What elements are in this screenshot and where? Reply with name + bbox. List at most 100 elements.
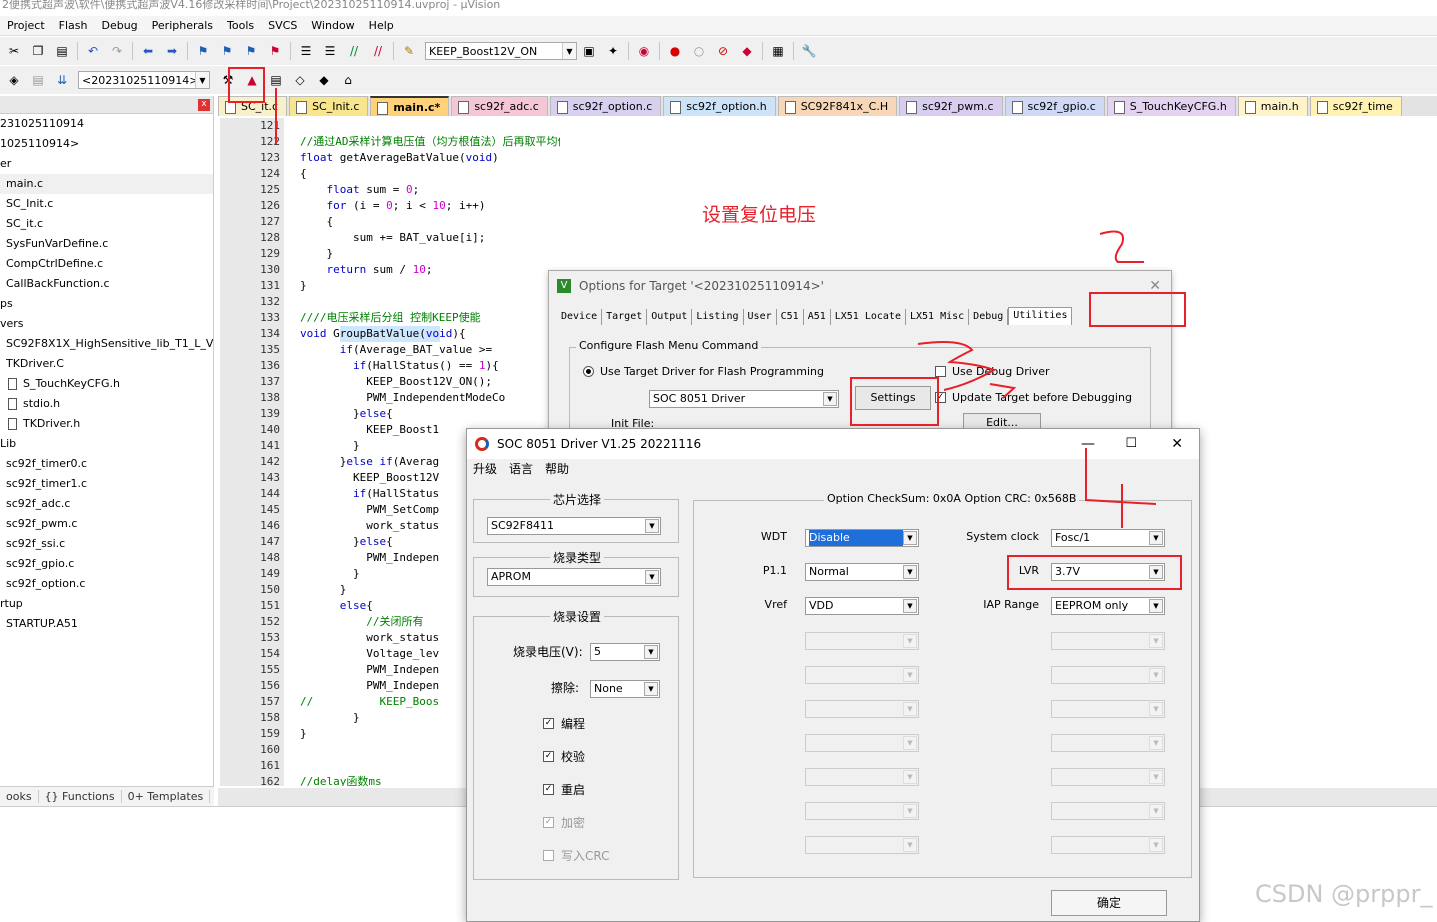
burn-option-checkbox[interactable]: ✓ 校验	[543, 748, 585, 765]
close-icon[interactable]: ✕	[1171, 429, 1183, 459]
project-bottom-tab[interactable]: ooks	[0, 790, 39, 803]
project-tree-item[interactable]: ps	[0, 294, 213, 314]
driver-menu-item[interactable]: 帮助	[545, 460, 569, 478]
options-tab[interactable]: LX51 Locate	[831, 309, 906, 325]
build-target-combo[interactable]: <20231025110914> ▼	[78, 71, 210, 89]
erase-select[interactable]: None ▼	[590, 680, 660, 698]
maximize-icon[interactable]: ☐	[1125, 429, 1137, 459]
project-tree-item[interactable]: main.c	[0, 174, 213, 194]
menu-item-0[interactable]: Project	[0, 19, 52, 32]
incremental-find-icon[interactable]: ✦	[605, 43, 621, 59]
kill-breakpoints-icon[interactable]: ⊘	[715, 43, 731, 59]
project-tree-item[interactable]: TKDriver.h	[0, 414, 213, 434]
bookmark-next-icon[interactable]: ⚑	[243, 43, 259, 59]
flash-driver-select[interactable]: SOC 8051 Driver ▼	[649, 390, 839, 408]
project-tree-item[interactable]: S_TouchKeyCFG.h	[0, 374, 213, 394]
nav-back-icon[interactable]: ⬅	[140, 43, 156, 59]
breakpoint-icon[interactable]: ●	[667, 43, 683, 59]
paste-icon[interactable]: ▤	[54, 43, 70, 59]
editor-tab[interactable]: SC_Init.c	[289, 96, 369, 116]
manage-run-env-icon[interactable]: ⌂	[340, 72, 356, 88]
comment-icon[interactable]: //	[346, 43, 362, 59]
indent-icon[interactable]: ☰	[298, 43, 314, 59]
options-tab[interactable]: Debug	[969, 309, 1009, 325]
option-select[interactable]: EEPROM only ▼	[1051, 597, 1165, 615]
code-line[interactable]: float getAverageBatValue(void)	[300, 150, 560, 166]
project-tree-item[interactable]: CallBackFunction.c	[0, 274, 213, 294]
window-layout-icon[interactable]: ▦	[770, 43, 786, 59]
project-tree-item[interactable]: sc92f_adc.c	[0, 494, 213, 514]
project-tree-item[interactable]: CompCtrlDefine.c	[0, 254, 213, 274]
bookmark-clear-icon[interactable]: ⚑	[267, 43, 283, 59]
option-select[interactable]: Fosc/1 ▼	[1051, 529, 1165, 547]
option-select[interactable]: VDD ▼	[805, 597, 919, 615]
menu-item-2[interactable]: Debug	[94, 19, 144, 32]
bookmark-prev-icon[interactable]: ⚑	[219, 43, 235, 59]
project-tree-item[interactable]: 231025110914	[0, 114, 213, 134]
load-icon[interactable]: ⇊	[54, 72, 70, 88]
editor-tab[interactable]: sc92f_gpio.c	[1004, 96, 1105, 116]
target-combo[interactable]: KEEP_Boost12V_ON ▼	[425, 42, 577, 60]
project-tree-item[interactable]: SysFunVarDefine.c	[0, 234, 213, 254]
project-tree-item[interactable]: stdio.h	[0, 394, 213, 414]
code-line[interactable]: PWM_IndependentModeCo	[300, 390, 560, 406]
code-line[interactable]: KEEP_Boost12V_ON();	[300, 374, 560, 390]
editor-tab[interactable]: main.c*	[370, 96, 450, 116]
debug-session-icon[interactable]: ◉	[636, 43, 652, 59]
code-line[interactable]: }	[300, 278, 560, 294]
disable-breakpoint-icon[interactable]: ○	[691, 43, 707, 59]
select-packs-icon[interactable]: ◆	[316, 72, 332, 88]
burn-type-select[interactable]: APROM ▼	[487, 568, 661, 586]
bookmark-icon[interactable]: ⚑	[195, 43, 211, 59]
build-config-icon[interactable]: ◈	[6, 72, 22, 88]
editor-tab[interactable]: SC92F841x_C.H	[777, 96, 898, 116]
code-line[interactable]	[300, 118, 560, 134]
nav-forward-icon[interactable]: ➡	[164, 43, 180, 59]
code-line[interactable]: }	[300, 246, 560, 262]
code-line[interactable]: {	[300, 214, 560, 230]
editor-tab[interactable]: sc92f_adc.c	[451, 96, 548, 116]
redo-icon[interactable]: ↷	[109, 43, 125, 59]
pack-installer-icon[interactable]: ◇	[292, 72, 308, 88]
use-debug-driver-checkbox[interactable]: Use Debug Driver	[935, 365, 1050, 378]
code-line[interactable]: {	[300, 166, 560, 182]
project-tree-item[interactable]: SC_it.c	[0, 214, 213, 234]
options-tab[interactable]: Output	[647, 309, 693, 325]
options-tab[interactable]: C51	[777, 309, 804, 325]
project-tree-item[interactable]: SC_Init.c	[0, 194, 213, 214]
option-select[interactable]: Normal ▼	[805, 563, 919, 581]
menu-item-1[interactable]: Flash	[52, 19, 95, 32]
project-bottom-tab[interactable]: 0+ Templates	[122, 790, 211, 803]
options-tab[interactable]: Utilities	[1008, 307, 1073, 325]
project-tree-item[interactable]: er	[0, 154, 213, 174]
option-select[interactable]: Disable ▼	[805, 529, 919, 547]
editor-tab[interactable]: main.h	[1237, 96, 1308, 116]
project-tree-item[interactable]: 1025110914>	[0, 134, 213, 154]
project-tree-item[interactable]: sc92f_timer1.c	[0, 474, 213, 494]
code-line[interactable]: }else{	[300, 406, 560, 422]
code-line[interactable]: float sum = 0;	[300, 182, 560, 198]
driver-menu-item[interactable]: 语言	[509, 460, 533, 478]
config-icon[interactable]: ◆	[739, 43, 755, 59]
find-in-files-icon[interactable]: ✎	[401, 43, 417, 59]
options-tab[interactable]: Listing	[692, 309, 744, 325]
project-tree-item[interactable]: Lib	[0, 434, 213, 454]
project-tree-item[interactable]: STARTUP.A51	[0, 614, 213, 634]
driver-menu-item[interactable]: 升级	[473, 460, 497, 478]
editor-tab[interactable]: sc92f_option.h	[663, 96, 776, 116]
code-line[interactable]	[300, 294, 560, 310]
batch-build-icon[interactable]: ▤	[30, 72, 46, 88]
editor-tab[interactable]: sc92f_pwm.c	[899, 96, 1003, 116]
update-target-checkbox[interactable]: ✓ Update Target before Debugging	[935, 391, 1132, 404]
project-bottom-tab[interactable]: {} Functions	[39, 790, 122, 803]
project-tree-item[interactable]: vers	[0, 314, 213, 334]
uncomment-icon[interactable]: //	[370, 43, 386, 59]
tools-icon[interactable]: 🔧	[801, 43, 817, 59]
options-tab[interactable]: LX51 Misc	[906, 309, 970, 325]
code-line[interactable]: return sum / 10;	[300, 262, 560, 278]
project-tree-item[interactable]: sc92f_gpio.c	[0, 554, 213, 574]
code-line[interactable]: if(Average_BAT_value >=	[300, 342, 560, 358]
close-icon[interactable]: x	[198, 99, 210, 111]
code-line[interactable]: ////电压采样后分组 控制KEEP使能	[300, 310, 560, 326]
menu-item-5[interactable]: SVCS	[261, 19, 304, 32]
